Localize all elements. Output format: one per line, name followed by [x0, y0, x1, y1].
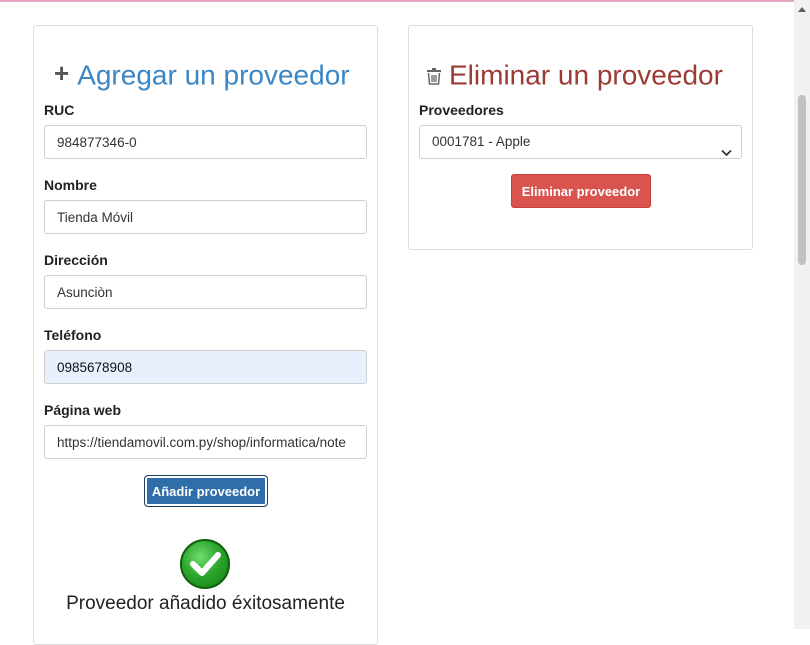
delete-supplier-title: Eliminar un proveedor: [427, 58, 723, 92]
supplier-select[interactable]: 0001781 - Apple: [419, 125, 742, 159]
delete-supplier-button[interactable]: Eliminar proveedor: [511, 174, 651, 208]
telefono-label: Teléfono: [44, 327, 102, 343]
telefono-input[interactable]: [44, 350, 367, 384]
direccion-input[interactable]: [44, 275, 367, 309]
nombre-label: Nombre: [44, 177, 97, 193]
add-supplier-title: + Agregar un proveedor: [54, 58, 350, 91]
supplier-select-value: 0001781 - Apple: [432, 134, 531, 149]
pagina-web-input[interactable]: [44, 425, 367, 459]
nombre-input[interactable]: [44, 200, 367, 234]
checkmark-icon: [180, 539, 230, 589]
scrollbar[interactable]: [794, 0, 810, 629]
ruc-input[interactable]: [44, 125, 367, 159]
scrollbar-thumb[interactable]: [798, 95, 806, 265]
scroll-up-arrow-icon[interactable]: [798, 7, 806, 12]
success-message: Proveedor añadido éxitosamente: [66, 593, 345, 614]
pagina-web-label: Página web: [44, 402, 122, 418]
add-supplier-panel: +Agregar un proveedor RUC Nombre Direcci…: [33, 25, 378, 645]
ruc-label: RUC: [44, 102, 75, 118]
chevron-down-icon: [721, 137, 732, 169]
delete-supplier-panel: Eliminar un proveedor Proveedores 000178…: [408, 25, 753, 250]
add-supplier-button[interactable]: Añadir proveedor: [144, 475, 268, 507]
proveedores-label: Proveedores: [419, 102, 504, 118]
trash-icon: [427, 60, 441, 92]
top-border: [0, 0, 810, 2]
plus-icon: +: [54, 58, 70, 89]
direccion-label: Dirección: [44, 252, 108, 268]
